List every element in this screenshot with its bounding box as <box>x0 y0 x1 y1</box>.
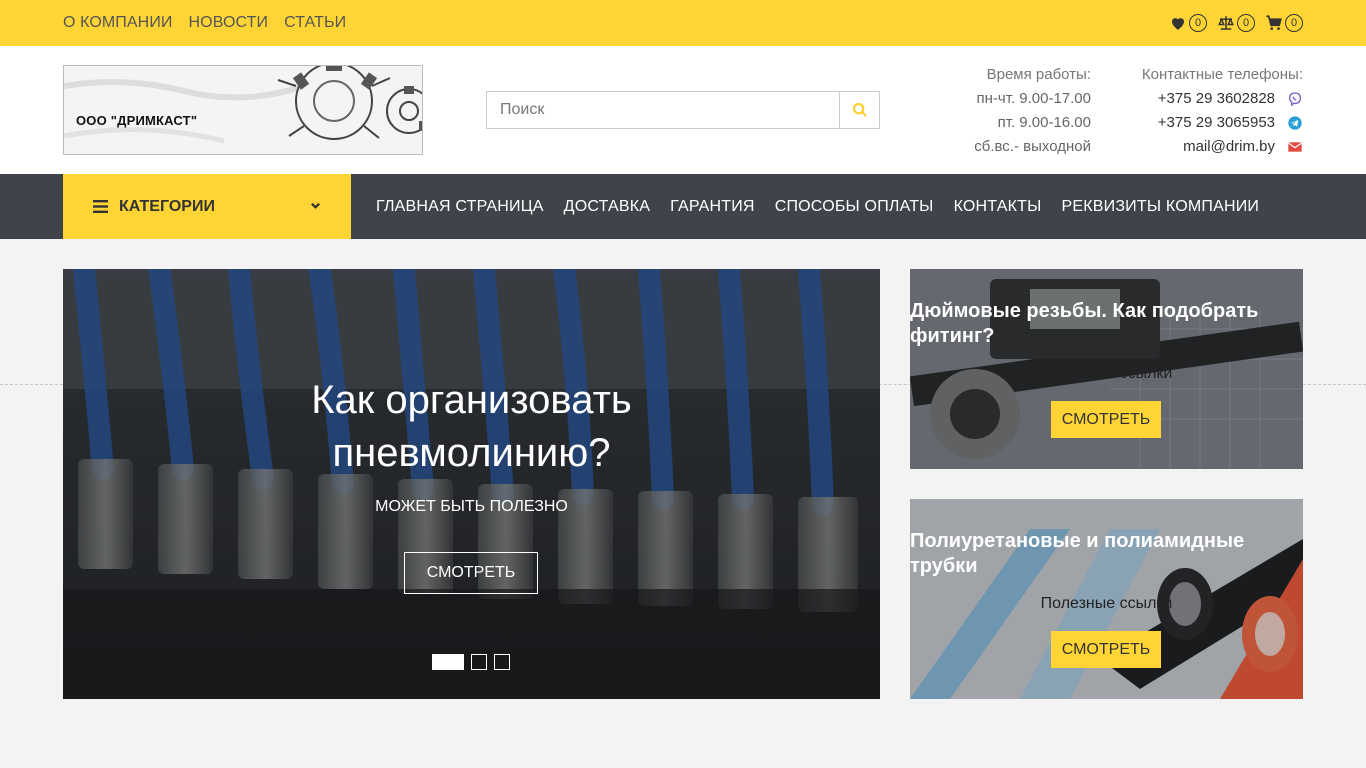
slide-subtitle: МОЖЕТ БЫТЬ ПОЛЕЗНО <box>375 498 568 515</box>
hours-line: сб.вс.- выходной <box>974 138 1091 155</box>
cart-link[interactable]: 0 <box>1265 14 1303 32</box>
heart-icon <box>1172 18 1184 30</box>
search-icon <box>852 103 867 117</box>
menu-payment[interactable]: СПОСОБЫ ОПЛАТЫ <box>775 198 934 216</box>
hamburger-icon <box>93 200 108 213</box>
slide-title-line: Как организовать <box>311 378 632 422</box>
slide-view-button[interactable]: СМОТРЕТЬ <box>404 552 538 594</box>
banner-view-button[interactable]: СМОТРЕТЬ <box>1051 631 1161 668</box>
menu-delivery[interactable]: ДОСТАВКА <box>564 198 650 216</box>
main-nav: КАТЕГОРИИ ГЛАВНАЯ СТРАНИЦА ДОСТАВКА ГАРА… <box>0 174 1366 239</box>
compare-count: 0 <box>1237 14 1255 32</box>
top-icons: 0 0 0 <box>1169 0 1303 46</box>
search-input[interactable] <box>487 92 839 128</box>
cart-icon <box>1266 15 1282 30</box>
top-nav-news[interactable]: НОВОСТИ <box>189 14 269 32</box>
banner-subtitle: Полезные ссылки <box>1040 595 1173 612</box>
banner-view-button[interactable]: СМОТРЕТЬ <box>1051 401 1161 438</box>
categories-button[interactable]: КАТЕГОРИИ <box>63 174 351 239</box>
slider-dot-1[interactable] <box>432 654 464 670</box>
hours-line: пт. 9.00-16.00 <box>997 114 1091 131</box>
menu-home[interactable]: ГЛАВНАЯ СТРАНИЦА <box>376 198 544 216</box>
compare-link[interactable]: 0 <box>1217 14 1255 32</box>
top-nav-about[interactable]: О КОМПАНИИ <box>63 14 173 32</box>
phone-row-telegram[interactable]: +375 29 3065953 <box>1142 111 1303 135</box>
hours-title: Время работы: <box>986 66 1091 83</box>
menu-warranty[interactable]: ГАРАНТИЯ <box>670 198 755 216</box>
slider-dot-3[interactable] <box>494 654 510 670</box>
banner-inch-threads[interactable]: Дюймовые резьбы. Как подобрать фитинг? П… <box>910 269 1303 469</box>
contacts-title: Контактные телефоны: <box>1141 66 1303 83</box>
banner-title: Дюймовые резьбы. Как подобрать фитинг? <box>910 300 1259 347</box>
top-nav: О КОМПАНИИ НОВОСТИ СТАТЬИ <box>63 0 346 46</box>
search-button[interactable] <box>839 92 879 128</box>
hero-slider[interactable]: Как организовать пневмолинию? МОЖЕТ БЫТЬ… <box>63 269 880 699</box>
phone-1: +375 29 3602828 <box>1157 90 1275 107</box>
menu-contacts[interactable]: КОНТАКТЫ <box>954 198 1042 216</box>
top-bar: О КОМПАНИИ НОВОСТИ СТАТЬИ 0 0 0 <box>0 0 1366 46</box>
scales-icon <box>1218 16 1234 30</box>
slider-dot-2[interactable] <box>471 654 487 670</box>
email-row[interactable]: mail@drim.by <box>1142 135 1303 159</box>
company-logo[interactable]: ООО "ДРИМКАСТ" <box>63 65 423 155</box>
slide-title-line: пневмолинию? <box>332 431 611 475</box>
banner-tubes[interactable]: Полиуретановые и полиамидные трубки Поле… <box>910 499 1303 699</box>
menu-requisites[interactable]: РЕКВИЗИТЫ КОМПАНИИ <box>1061 198 1259 216</box>
favorites-link[interactable]: 0 <box>1169 14 1207 32</box>
envelope-icon <box>1287 142 1303 152</box>
favorites-count: 0 <box>1189 14 1207 32</box>
viber-icon <box>1288 92 1302 107</box>
site-header: ООО "ДРИМКАСТ" Время работы: пн-чт. 9.00… <box>0 46 1366 174</box>
pneumatic-fittings-image <box>63 269 880 699</box>
working-hours: Время работы: пн-чт. 9.00-17.00 пт. 9.00… <box>974 63 1091 159</box>
phone-row-viber[interactable]: +375 29 3602828 <box>1142 87 1303 111</box>
slider-dots <box>432 654 510 670</box>
logo-text: ООО "ДРИМКАСТ" <box>76 113 198 128</box>
chevron-down-icon <box>311 202 320 209</box>
hours-line: пн-чт. 9.00-17.00 <box>976 90 1092 107</box>
top-nav-articles[interactable]: СТАТЬИ <box>284 14 346 32</box>
categories-label: КАТЕГОРИИ <box>119 197 215 215</box>
email-link: mail@drim.by <box>1183 138 1275 155</box>
banner-title: Полиуретановые и полиамидные трубки <box>910 530 1245 577</box>
contact-block: Контактные телефоны: +375 29 3602828 +37… <box>1142 63 1303 159</box>
telegram-icon <box>1288 116 1302 130</box>
phone-2: +375 29 3065953 <box>1157 114 1275 131</box>
gear-logo-image <box>64 66 422 154</box>
search-box <box>486 91 880 129</box>
cart-count: 0 <box>1285 14 1303 32</box>
main-menu: ГЛАВНАЯ СТРАНИЦА ДОСТАВКА ГАРАНТИЯ СПОСО… <box>376 174 1259 239</box>
banner-subtitle: Полезные ссылки <box>1040 365 1173 382</box>
slide-title: Как организовать пневмолинию? <box>63 374 880 480</box>
